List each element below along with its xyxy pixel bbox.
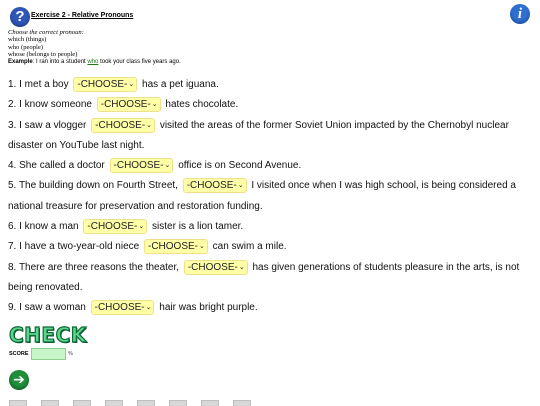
example-before: : I ran into a student xyxy=(32,58,88,65)
question-number: 1. xyxy=(8,79,17,90)
pronoun-which: which (things) xyxy=(8,36,47,44)
pronoun-whose: whose (belongs to people) xyxy=(8,51,78,59)
question-8: 8. There are three reasons the theater, … xyxy=(8,258,536,299)
question-number: 7. xyxy=(8,241,17,253)
question-2: 2. I know someone -CHOOSE-⌄ hates chocol… xyxy=(8,95,536,115)
next-arrow-icon[interactable]: ➔ xyxy=(9,370,29,390)
question-text-before: She called a doctor xyxy=(19,160,105,172)
select-label: -CHOOSE- xyxy=(87,221,138,233)
question-text-after: office is on Second Avenue. xyxy=(178,160,302,172)
question-text-before: I know someone xyxy=(19,99,92,111)
question-text-before: I met a boy xyxy=(19,79,69,90)
exercise-tab[interactable] xyxy=(73,400,91,406)
exercise-tab[interactable] xyxy=(233,400,251,406)
question-number: 6. xyxy=(8,221,17,233)
select-label: -CHOOSE- xyxy=(186,180,237,192)
help-icon[interactable]: ? xyxy=(10,7,30,27)
question-6: 6. I know a man -CHOOSE-⌄ sister is a li… xyxy=(8,217,536,237)
chevron-down-icon: ⌄ xyxy=(128,81,135,88)
select-label: -CHOOSE- xyxy=(94,302,145,314)
chevron-down-icon: ⌄ xyxy=(238,263,245,271)
select-label: -CHOOSE- xyxy=(147,241,198,253)
example-after: took your class five years ago. xyxy=(98,58,181,65)
check-button[interactable]: CHECK xyxy=(8,323,86,346)
question-1: 1. I met a boy -CHOOSE-⌄ has a pet iguan… xyxy=(8,75,536,95)
score-field xyxy=(31,348,66,360)
question-9: 9. I saw a woman -CHOOSE-⌄ hair was brig… xyxy=(8,298,536,318)
pronoun-select-6[interactable]: -CHOOSE-⌄ xyxy=(83,219,148,235)
question-text-before: I know a man xyxy=(19,221,79,233)
question-number: 5. xyxy=(8,180,17,192)
question-5: 5. The building down on Fourth Street, -… xyxy=(8,176,536,217)
question-4: 4. She called a doctor -CHOOSE-⌄ office … xyxy=(8,156,536,176)
pronoun-select-7[interactable]: -CHOOSE-⌄ xyxy=(143,239,208,255)
exercise-tab[interactable] xyxy=(9,400,27,406)
question-number: 8. xyxy=(8,261,17,273)
pronoun-select-8[interactable]: -CHOOSE-⌄ xyxy=(183,259,248,275)
question-7: 7. I have a two-year-old niece -CHOOSE-⌄… xyxy=(8,237,536,257)
example-label: Example xyxy=(8,58,33,65)
exercise-tab[interactable] xyxy=(137,400,155,406)
question-text-before: I have a two-year-old niece xyxy=(19,241,140,253)
question-list: 1. I met a boy -CHOOSE-⌄ has a pet iguan… xyxy=(8,75,536,319)
chevron-down-icon: ⌄ xyxy=(198,243,205,251)
pronoun-select-5[interactable]: -CHOOSE-⌄ xyxy=(182,178,247,194)
exercise-title: Exercise 2 - Relative Pronouns xyxy=(31,12,134,19)
question-text-after: can swim a mile. xyxy=(212,241,287,253)
score-label: SCORE xyxy=(9,351,29,357)
pronoun-select-9[interactable]: -CHOOSE-⌄ xyxy=(90,300,155,316)
pronoun-select-3[interactable]: -CHOOSE-⌄ xyxy=(91,117,156,133)
question-text-after: has a pet iguana. xyxy=(142,79,219,90)
select-label: -CHOOSE- xyxy=(100,99,151,111)
question-text-after: hair was bright purple. xyxy=(159,302,258,314)
question-text-before: I saw a vlogger xyxy=(19,119,87,131)
pronoun-select-4[interactable]: -CHOOSE-⌄ xyxy=(109,158,174,174)
exercise-tab[interactable] xyxy=(41,400,59,406)
question-text-after: hates chocolate. xyxy=(165,99,239,111)
exercise-tab[interactable] xyxy=(201,400,219,406)
instructions: Choose the correct pronoun: which (thing… xyxy=(8,29,181,66)
select-label: -CHOOSE- xyxy=(113,160,164,172)
question-3: 3. I saw a vlogger -CHOOSE-⌄ visited the… xyxy=(8,116,536,157)
question-number: 9. xyxy=(8,302,17,314)
pronoun-select-2[interactable]: -CHOOSE-⌄ xyxy=(96,97,161,113)
question-text-after: sister is a lion tamer. xyxy=(152,221,244,233)
question-text-before: I saw a woman xyxy=(19,302,86,314)
exercise-tab[interactable] xyxy=(105,400,123,406)
info-icon[interactable]: i xyxy=(510,4,530,24)
select-label: -CHOOSE- xyxy=(95,119,146,131)
question-text-before: The building down on Fourth Street, xyxy=(18,180,178,192)
example-line: Example: I ran into a student who took y… xyxy=(8,59,181,66)
example-answer: who xyxy=(87,58,99,65)
pronoun-select-1[interactable]: -CHOOSE-⌄ xyxy=(73,77,138,92)
chevron-down-icon: ⌄ xyxy=(138,223,145,231)
question-number: 3. xyxy=(8,119,17,131)
question-number: 4. xyxy=(8,160,17,172)
chevron-down-icon: ⌄ xyxy=(151,101,158,109)
chevron-down-icon: ⌄ xyxy=(237,182,244,190)
exercise-tab[interactable] xyxy=(169,400,187,406)
pronoun-who: who (people) xyxy=(8,43,43,51)
question-number: 2. xyxy=(8,99,17,111)
select-label: -CHOOSE- xyxy=(77,79,128,90)
select-label: -CHOOSE- xyxy=(187,261,238,273)
chevron-down-icon: ⌄ xyxy=(146,121,153,129)
chevron-down-icon: ⌄ xyxy=(145,304,152,312)
instruction-prompt: Choose the correct pronoun: xyxy=(8,29,84,36)
chevron-down-icon: ⌄ xyxy=(164,162,171,170)
question-text-before: There are three reasons the theater, xyxy=(18,261,180,273)
percent-sign: % xyxy=(68,351,73,357)
exercise-tab-bar xyxy=(9,400,251,406)
